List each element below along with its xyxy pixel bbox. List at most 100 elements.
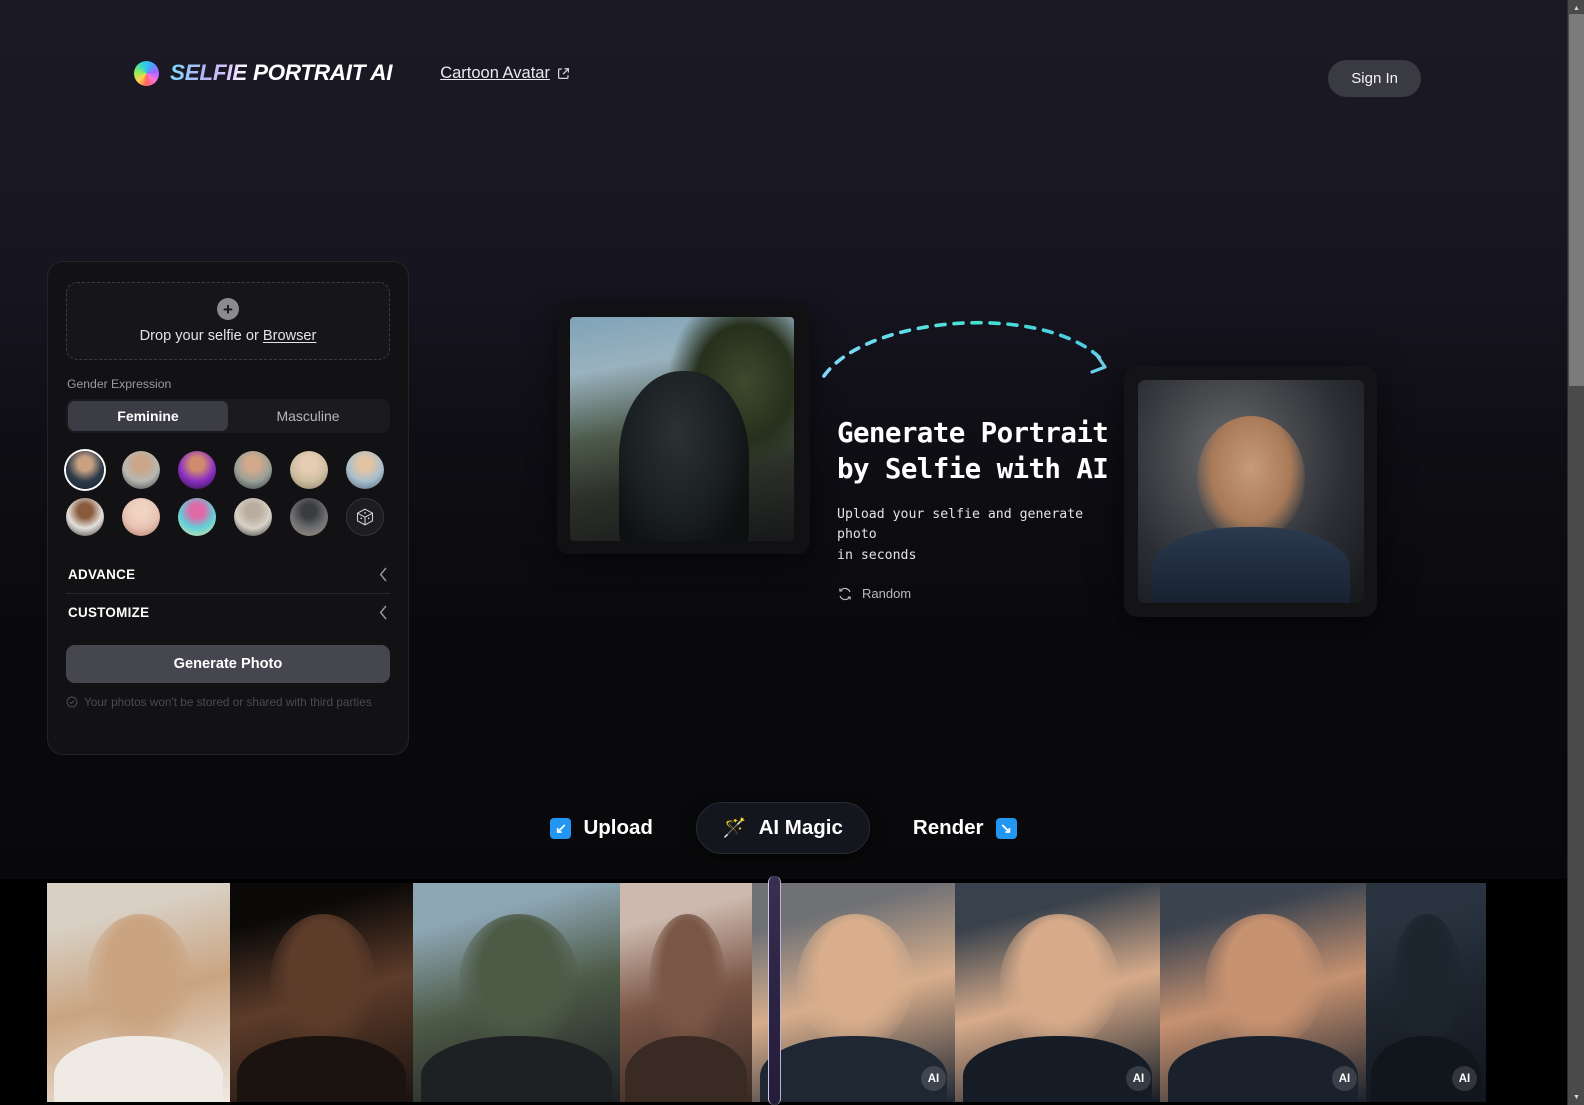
external-link-icon	[557, 67, 569, 79]
down-left-arrow-icon: ↙	[550, 817, 572, 839]
filmstrip-frame-body	[760, 1036, 947, 1102]
style-avatar-6[interactable]	[66, 498, 104, 536]
mode-toolbar: ↙ Upload 🪄 AI Magic Render ↘	[0, 802, 1567, 854]
toolbar-item-render[interactable]: Render ↘	[886, 802, 1044, 854]
style-avatar-grid	[66, 451, 390, 536]
random-prompt-button[interactable]: Random	[837, 586, 1109, 602]
before-after-filmstrip[interactable]: AI AI AI AI	[0, 879, 1567, 1105]
ai-badge: AI	[1332, 1066, 1357, 1091]
dropzone-prefix: Drop your selfie or	[139, 328, 263, 344]
chevron-left-icon	[379, 567, 387, 582]
page-scrollbar[interactable]: ▲ ▼	[1567, 0, 1584, 1105]
dropzone-text: Drop your selfie or Browser	[140, 328, 317, 344]
toolbar-item-upload-label: Upload	[583, 816, 653, 839]
filmstrip-frame-2[interactable]	[413, 883, 620, 1102]
filmstrip-frame-subject	[87, 913, 194, 1050]
filmstrip-frame-subject	[270, 913, 377, 1050]
filmstrip-frame-4[interactable]: AI	[752, 883, 955, 1102]
generated-result-card[interactable]	[1124, 366, 1377, 617]
filmstrip-frame-subject	[1000, 913, 1119, 1050]
filmstrip-frame-7[interactable]: AI	[1366, 883, 1486, 1102]
nav-item-cartoon-avatar[interactable]: Cartoon Avatar	[440, 64, 570, 83]
style-avatar-1[interactable]	[122, 451, 160, 489]
filmstrip-frame-body	[1168, 1036, 1358, 1102]
sign-in-button[interactable]: Sign In	[1328, 60, 1421, 97]
style-avatar-9[interactable]	[234, 498, 272, 536]
style-avatar-row-2	[66, 498, 390, 536]
style-avatar-8[interactable]	[178, 498, 216, 536]
style-avatar-7[interactable]	[122, 498, 160, 536]
settings-accordion: ADVANCE CUSTOMIZE	[66, 556, 390, 631]
scrollbar-thumb[interactable]	[1569, 14, 1584, 386]
filmstrip-frame-0[interactable]	[47, 883, 230, 1102]
toolbar-item-ai-magic-label: AI Magic	[758, 816, 843, 839]
style-avatar-10[interactable]	[290, 498, 328, 536]
gender-expression-segmented-control: Feminine Masculine	[66, 399, 390, 433]
source-selfie-image	[570, 317, 794, 541]
magic-wand-icon: 🪄	[722, 817, 747, 839]
style-avatar-3[interactable]	[234, 451, 272, 489]
filmstrip-frame-body	[625, 1036, 747, 1102]
filmstrip-frame-body	[237, 1036, 406, 1102]
generator-control-panel: + Drop your selfie or Browser Gender Exp…	[47, 261, 409, 755]
primary-nav: SELFIE PORTRAIT AI Cartoon Avatar	[134, 60, 570, 86]
style-avatar-0[interactable]	[66, 451, 104, 489]
hero-title: Generate Portrait by Selfie with AI	[837, 417, 1109, 486]
filmstrip-frame-body	[54, 1036, 223, 1102]
toolbar-item-render-label: Render	[912, 816, 984, 839]
toolbar-item-upload[interactable]: ↙ Upload	[523, 802, 679, 854]
privacy-note: Your photos won't be stored or shared wi…	[66, 695, 390, 709]
ai-badge: AI	[1452, 1066, 1477, 1091]
filmstrip-frame-body	[421, 1036, 612, 1102]
gender-expression-label: Gender Expression	[67, 377, 172, 391]
filmstrip-frame-subject	[458, 913, 579, 1050]
random-label: Random	[862, 586, 912, 602]
curved-dashed-arrow-icon	[822, 321, 1107, 378]
accordion-customize[interactable]: CUSTOMIZE	[66, 593, 390, 631]
filmstrip-frame-body	[963, 1036, 1152, 1102]
style-avatar-row-1	[66, 451, 390, 489]
ai-badge: AI	[921, 1066, 946, 1091]
brand-logo[interactable]: SELFIE PORTRAIT AI	[134, 60, 392, 86]
gender-option-masculine[interactable]: Masculine	[228, 401, 388, 431]
gender-option-feminine[interactable]: Feminine	[68, 401, 228, 431]
app-page: SELFIE PORTRAIT AI Cartoon Avatar Sign In…	[0, 0, 1584, 1105]
accordion-advance[interactable]: ADVANCE	[66, 556, 390, 593]
hero-subtitle: Upload your selfie and generate photo in…	[837, 506, 1084, 563]
filmstrip-frame-3[interactable]	[620, 883, 752, 1102]
style-avatar-2[interactable]	[178, 451, 216, 489]
source-selfie-card[interactable]	[557, 303, 810, 554]
filmstrip-frame-5[interactable]: AI	[955, 883, 1160, 1102]
filmstrip-track: AI AI AI AI	[47, 883, 1486, 1102]
upload-dropzone[interactable]: + Drop your selfie or Browser	[66, 282, 390, 360]
scroll-down-arrow-icon[interactable]: ▼	[1568, 1089, 1584, 1105]
plus-icon: +	[217, 298, 239, 320]
brand-wordmark: SELFIE PORTRAIT AI	[170, 60, 392, 86]
refresh-icon	[839, 587, 851, 601]
generate-photo-button[interactable]: Generate Photo	[66, 645, 390, 683]
filmstrip-frame-subject	[1392, 913, 1462, 1050]
accordion-customize-label: CUSTOMIZE	[68, 605, 150, 620]
logo-circle-icon	[134, 60, 159, 86]
hero-copy: Generate Portrait by Selfie with AI Uplo…	[837, 415, 1109, 602]
filmstrip-frame-subject	[649, 913, 726, 1050]
toolbar-item-ai-magic[interactable]: 🪄 AI Magic	[695, 802, 870, 854]
accordion-advance-label: ADVANCE	[68, 567, 136, 582]
ai-badge: AI	[1126, 1066, 1151, 1091]
filmstrip-frame-6[interactable]: AI	[1160, 883, 1366, 1102]
filmstrip-frame-1[interactable]	[230, 883, 413, 1102]
nav-item-label: Cartoon Avatar	[440, 63, 550, 82]
browse-files-link[interactable]: Browser	[263, 328, 317, 344]
chevron-left-icon	[379, 605, 387, 620]
brand-part-1: SELFIE	[170, 60, 247, 85]
privacy-note-text: Your photos won't be stored or shared wi…	[84, 695, 372, 709]
brand-part-2: PORTRAIT AI	[252, 60, 393, 85]
comparison-slider-handle[interactable]	[768, 876, 781, 1105]
generated-portrait-image	[1138, 380, 1364, 603]
style-avatar-4[interactable]	[290, 451, 328, 489]
shield-check-icon	[66, 696, 78, 708]
style-avatar-5[interactable]	[346, 451, 384, 489]
filmstrip-frame-subject	[796, 913, 915, 1050]
random-style-button[interactable]	[346, 498, 384, 536]
down-right-arrow-icon: ↘	[995, 817, 1017, 839]
